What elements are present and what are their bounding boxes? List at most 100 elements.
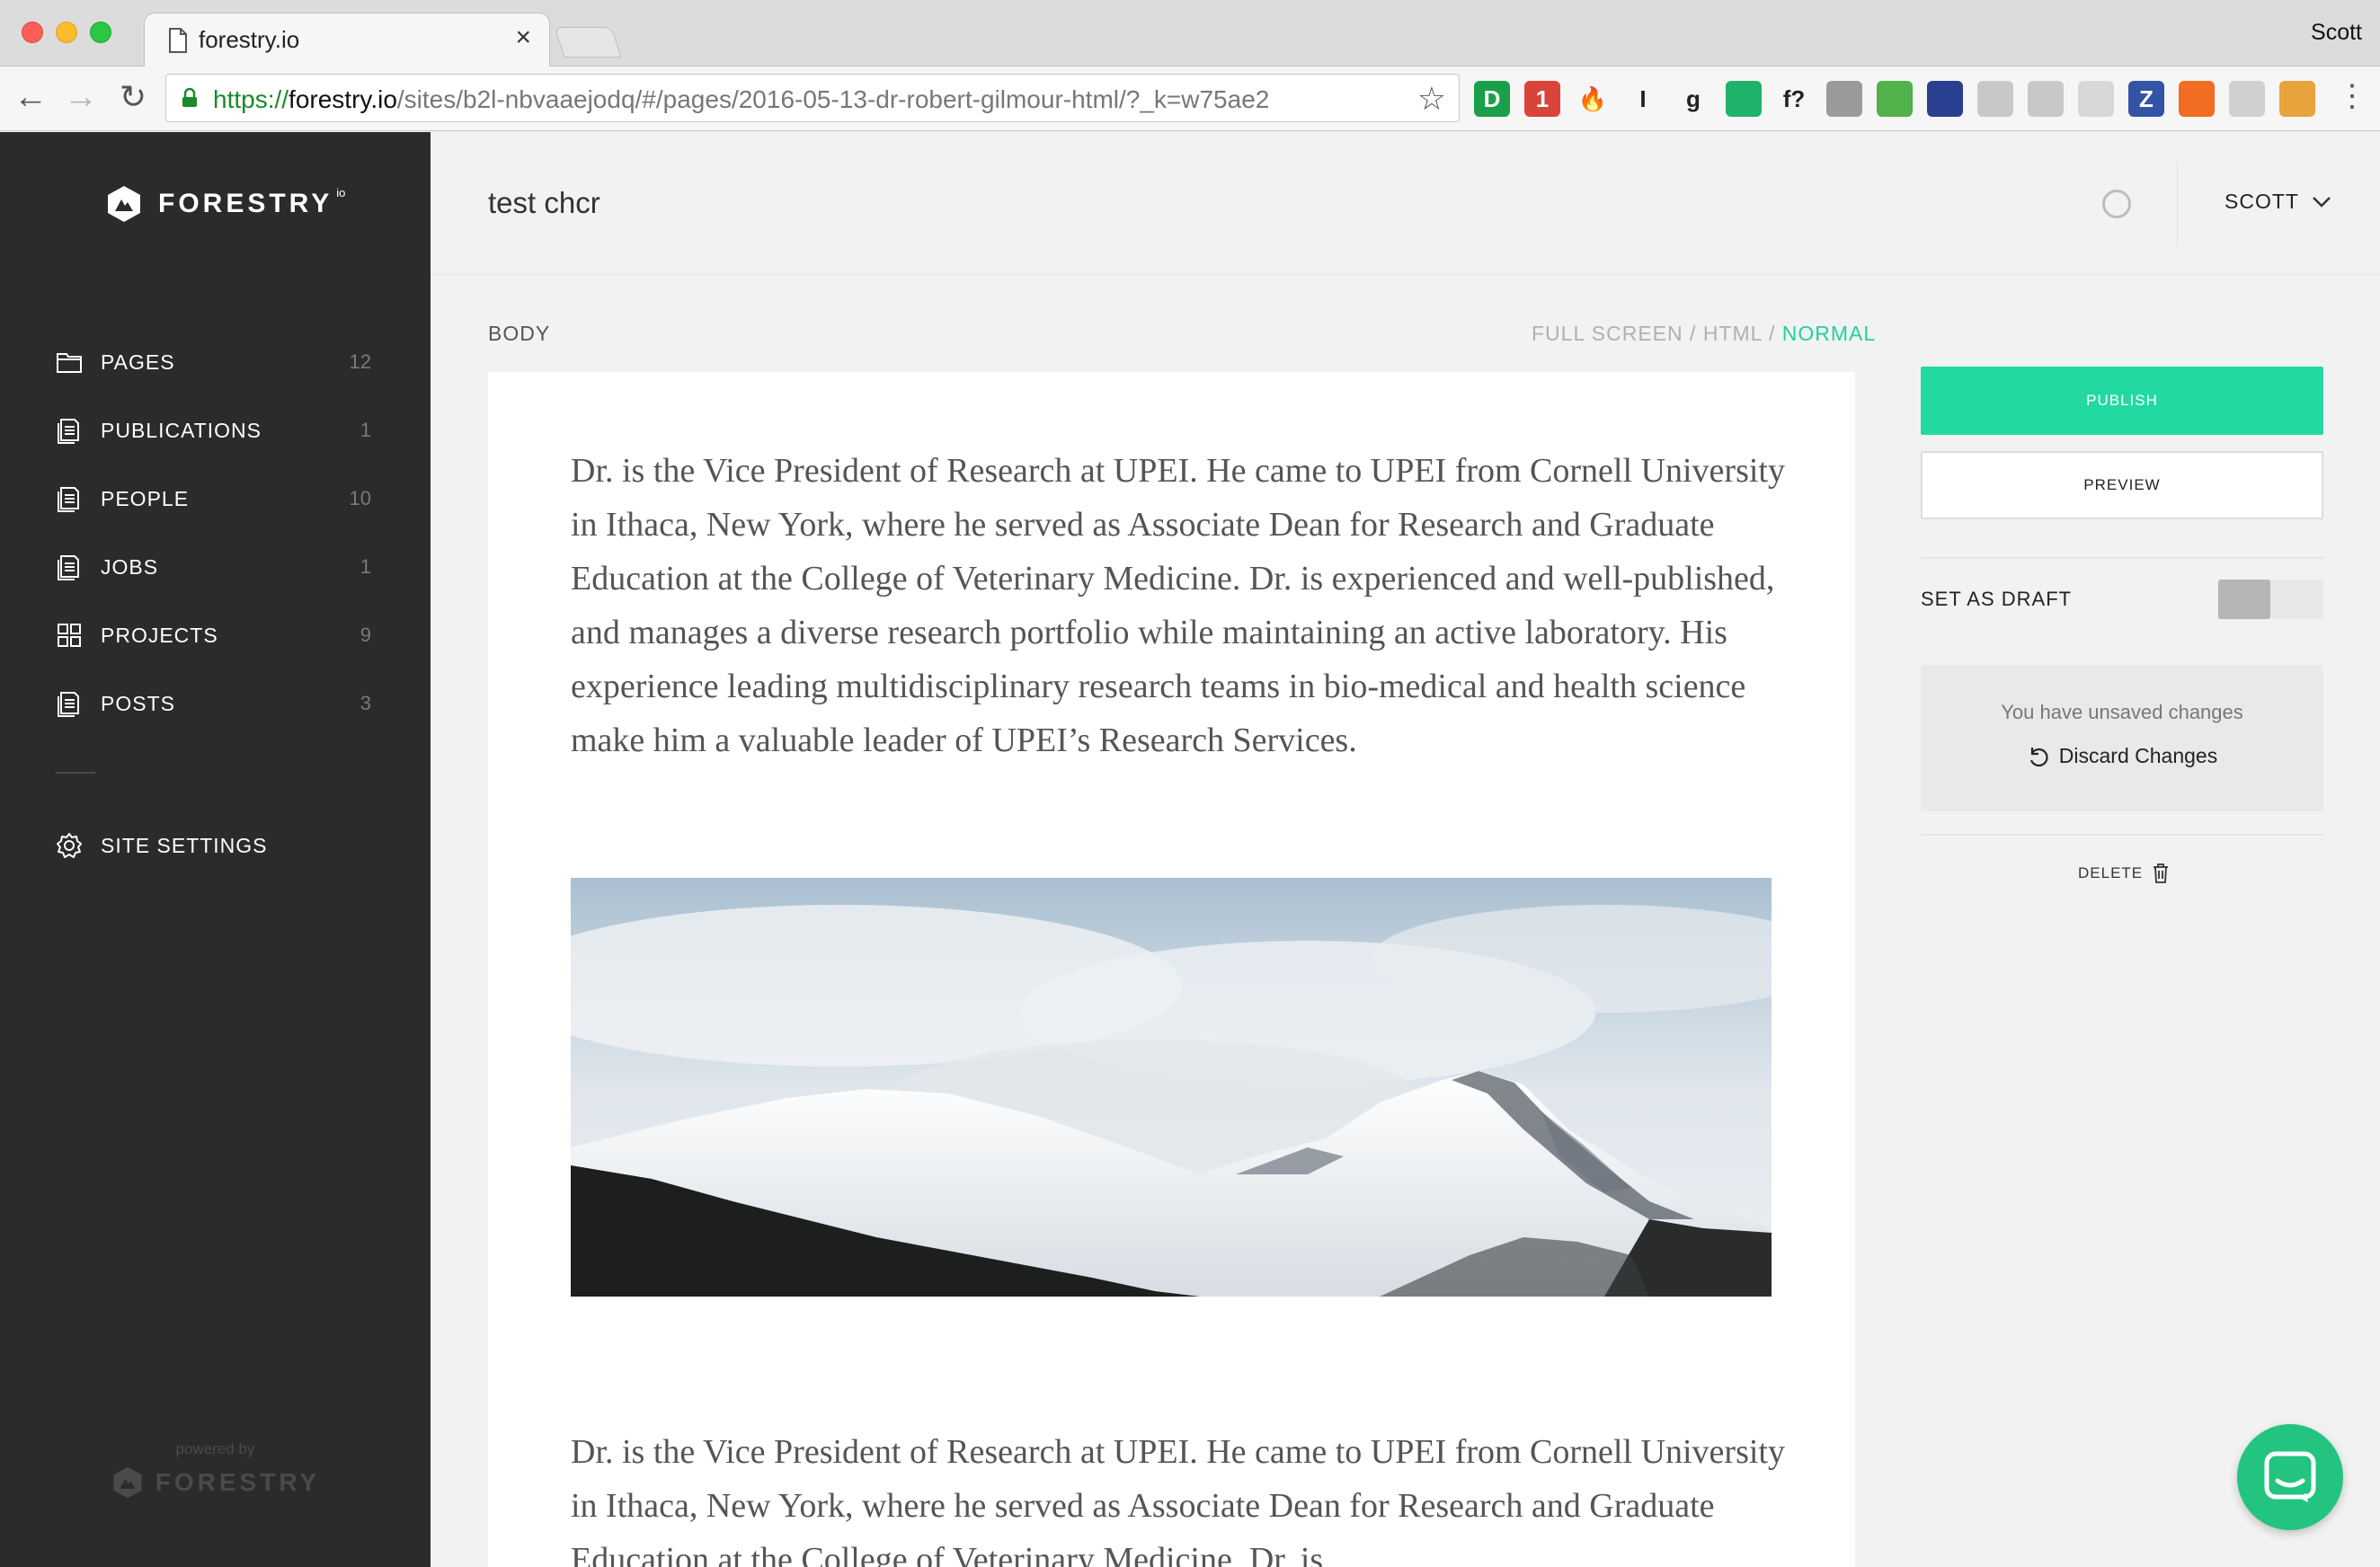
sidebar-item-site-settings[interactable]: SITE SETTINGS bbox=[0, 811, 431, 880]
powered-by-logo[interactable]: FORESTRY bbox=[0, 1465, 431, 1500]
zoom-window-button[interactable] bbox=[90, 22, 111, 43]
os-user-name[interactable]: Scott bbox=[2311, 20, 2362, 46]
rich-text-editor[interactable]: Dr. is the Vice President of Research at… bbox=[488, 372, 1855, 1567]
instapaper-icon[interactable]: I bbox=[1625, 81, 1661, 117]
mode-html[interactable]: HTML bbox=[1703, 322, 1763, 345]
extensions-bar: D 1 🔥 Ig f? Z bbox=[1474, 79, 2315, 119]
unsaved-changes-box: You have unsaved changes Discard Changes bbox=[1921, 665, 2323, 811]
powered-by-text: powered by bbox=[175, 1440, 255, 1457]
mode-normal[interactable]: NORMAL bbox=[1782, 322, 1876, 345]
sidebar-nav: PAGES 12 PUBLICATIONS 1 PEOPLE 10 JOBS 1… bbox=[0, 328, 431, 738]
delete-button[interactable]: DELETE bbox=[2078, 863, 2170, 884]
green-dot-icon[interactable] bbox=[1726, 81, 1762, 117]
draft-label: SET AS DRAFT bbox=[1921, 588, 2073, 610]
tab-title: forestry.io bbox=[199, 26, 300, 53]
lock-icon bbox=[182, 88, 197, 107]
window-icon[interactable] bbox=[2028, 81, 2064, 117]
panel-divider bbox=[1921, 834, 2323, 836]
undo-icon bbox=[2029, 747, 2048, 766]
document-icon bbox=[58, 419, 79, 444]
browser-toolbar: ← → ↻ https://forestry.io/sites/b2l-nbva… bbox=[0, 66, 2380, 131]
forestry-logo-icon bbox=[113, 1466, 142, 1499]
sidebar-item-count: 12 bbox=[349, 350, 371, 373]
url-host: forestry.io bbox=[289, 85, 397, 113]
grid-icon bbox=[58, 624, 81, 647]
sidebar-item-people[interactable]: PEOPLE 10 bbox=[0, 465, 431, 533]
document-icon bbox=[58, 487, 79, 512]
url-scheme: https:// bbox=[213, 85, 289, 113]
delete-label: DELETE bbox=[2078, 864, 2144, 881]
powered-by: powered by FORESTRY bbox=[0, 1440, 431, 1500]
dropbox-icon[interactable] bbox=[1977, 81, 2013, 117]
document-icon bbox=[58, 555, 79, 580]
calendar-icon[interactable]: 1 bbox=[1524, 81, 1560, 117]
browser-tab[interactable]: forestry.io × bbox=[144, 13, 550, 67]
field-label-body: BODY bbox=[488, 322, 551, 345]
unsaved-message: You have unsaved changes bbox=[2001, 701, 2243, 723]
mode-separator: / bbox=[1762, 322, 1782, 345]
status-indicator-icon bbox=[2102, 190, 2131, 218]
page-header: test chcr SCOTT bbox=[431, 132, 2380, 275]
chat-launcher-button[interactable] bbox=[2237, 1424, 2343, 1530]
chevron-down-icon bbox=[2313, 196, 2331, 208]
bookmark-star-icon[interactable]: ☆ bbox=[1417, 80, 1446, 118]
tab-close-icon[interactable]: × bbox=[515, 22, 531, 53]
preview-button[interactable]: PREVIEW bbox=[1921, 451, 2323, 519]
sidebar-item-count: 9 bbox=[360, 624, 371, 646]
discard-changes-button[interactable]: Discard Changes bbox=[1921, 744, 2323, 768]
logo-text: FORESTRY bbox=[158, 189, 333, 218]
card-icon[interactable] bbox=[2078, 81, 2114, 117]
whatfont-icon[interactable]: f? bbox=[1776, 81, 1812, 117]
sidebar: FORESTRY io PAGES 12 PUBLICATIONS 1 PEOP… bbox=[0, 132, 431, 1567]
dashlane-icon[interactable]: D bbox=[1474, 81, 1510, 117]
print-icon[interactable] bbox=[1877, 81, 1913, 117]
url-path: /sites/b2l-nbvaaejodq/#/pages/2016-05-13… bbox=[396, 85, 1270, 113]
page-icon bbox=[169, 28, 187, 53]
back-arrow-icon[interactable]: ← bbox=[13, 79, 49, 115]
folder-icon bbox=[57, 353, 82, 373]
mode-separator: / bbox=[1683, 322, 1703, 345]
color-picker-icon[interactable] bbox=[1927, 81, 1963, 117]
logo-superscript: io bbox=[336, 186, 346, 199]
close-window-button[interactable] bbox=[22, 22, 43, 43]
reload-icon[interactable]: ↻ bbox=[115, 79, 151, 115]
publish-button[interactable]: PUBLISH bbox=[1921, 367, 2323, 435]
sidebar-item-projects[interactable]: PROJECTS 9 bbox=[0, 601, 431, 669]
mountain-photo-illustration bbox=[571, 878, 1772, 1297]
user-menu[interactable]: SCOTT bbox=[2225, 190, 2331, 214]
chrome-eye-icon[interactable] bbox=[2279, 81, 2315, 117]
sidebar-item-pages[interactable]: PAGES 12 bbox=[0, 328, 431, 396]
address-bar[interactable]: https://forestry.io/sites/b2l-nbvaaejodq… bbox=[165, 74, 1460, 122]
hex-icon[interactable] bbox=[2229, 81, 2265, 117]
user-name: SCOTT bbox=[2225, 190, 2299, 213]
mode-full-screen[interactable]: FULL SCREEN bbox=[1532, 322, 1683, 345]
sidebar-item-count: 10 bbox=[349, 487, 371, 509]
new-tab-button[interactable] bbox=[554, 27, 622, 58]
forestry-logo[interactable]: FORESTRY io bbox=[104, 184, 345, 224]
browser-menu-icon[interactable]: ⋮ bbox=[2337, 81, 2367, 111]
discard-label: Discard Changes bbox=[2058, 744, 2218, 767]
zotero-icon[interactable]: Z bbox=[2128, 81, 2164, 117]
sidebar-item-label: PUBLICATIONS bbox=[101, 418, 262, 442]
chat-icon bbox=[2264, 1451, 2316, 1502]
minimize-window-button[interactable] bbox=[56, 22, 77, 43]
body-paragraph[interactable]: Dr. is the Vice President of Research at… bbox=[571, 444, 1793, 767]
fox-icon[interactable] bbox=[2179, 81, 2215, 117]
sidebar-item-count: 1 bbox=[360, 555, 371, 578]
sidebar-item-publications[interactable]: PUBLICATIONS 1 bbox=[0, 396, 431, 465]
sidebar-item-jobs[interactable]: JOBS 1 bbox=[0, 533, 431, 601]
sidebar-item-label: SITE SETTINGS bbox=[101, 833, 268, 857]
body-paragraph[interactable]: Dr. is the Vice President of Research at… bbox=[571, 1425, 1793, 1567]
gear-icon bbox=[57, 833, 82, 858]
fire-icon[interactable]: 🔥 bbox=[1575, 81, 1611, 117]
forward-arrow-icon[interactable]: → bbox=[63, 79, 99, 115]
url-text: https://forestry.io/sites/b2l-nbvaaejodq… bbox=[213, 85, 1269, 114]
draft-toggle[interactable] bbox=[2218, 580, 2323, 619]
document-icon bbox=[58, 692, 79, 717]
grammar-icon[interactable]: g bbox=[1675, 81, 1711, 117]
sidebar-item-posts[interactable]: POSTS 3 bbox=[0, 669, 431, 738]
sidebar-divider bbox=[56, 772, 95, 774]
mountain-image[interactable] bbox=[571, 878, 1772, 1297]
panel-divider bbox=[1921, 557, 2323, 559]
camera-icon[interactable] bbox=[1826, 81, 1862, 117]
